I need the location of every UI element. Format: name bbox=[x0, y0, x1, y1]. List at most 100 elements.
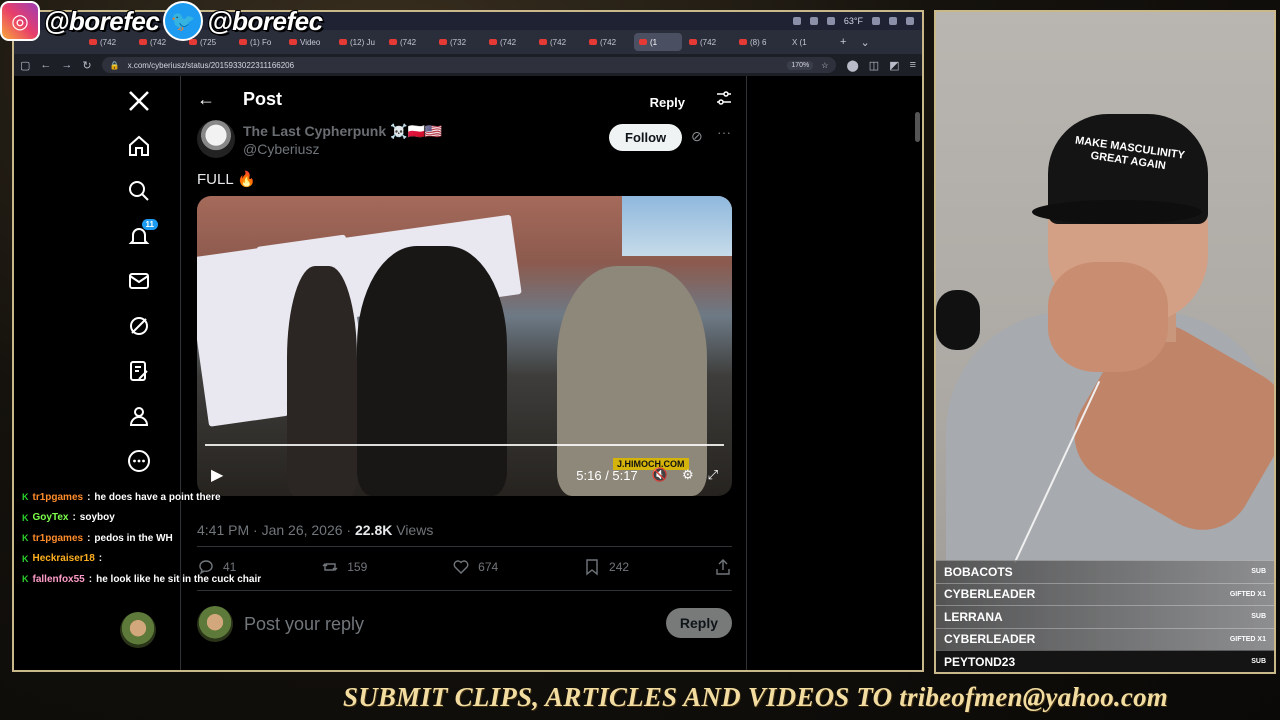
views-count: 22.8K bbox=[354, 522, 393, 538]
extension-icon[interactable]: ◩ bbox=[889, 59, 899, 72]
browser-tab[interactable]: (1 bbox=[634, 33, 682, 51]
weather-readout[interactable]: 63°F bbox=[844, 16, 863, 26]
settings-gear-icon[interactable]: ⚙ bbox=[682, 467, 694, 483]
more-icon[interactable] bbox=[126, 448, 152, 474]
browser-tab[interactable]: (742 bbox=[484, 33, 532, 51]
grok-explain-icon[interactable]: ⊘ bbox=[691, 128, 703, 145]
grok-icon[interactable] bbox=[126, 313, 152, 339]
social-handles-banner: ◎ @borefec 🐦 @borefec bbox=[0, 0, 323, 42]
sub-name: BOBACOTS bbox=[944, 564, 1013, 579]
follow-button[interactable]: Follow bbox=[609, 124, 683, 151]
twitter-handle: @borefec bbox=[207, 5, 323, 36]
wifi-icon[interactable] bbox=[872, 17, 880, 25]
browser-tab[interactable]: X (1 bbox=[784, 33, 832, 51]
page-title: Post bbox=[243, 88, 283, 109]
more-options-icon[interactable]: ··· bbox=[717, 124, 731, 140]
menu-icon[interactable]: ≡ bbox=[910, 59, 916, 71]
video-player[interactable]: J.HIMOCH.COM ▶ 5:16 / 5:17 🔇 ⚙ ⤢ bbox=[197, 196, 732, 496]
messages-icon[interactable] bbox=[126, 268, 152, 294]
author-name[interactable]: The Last Cypherpunk ☠️🇵🇱🇺🇸 bbox=[243, 123, 442, 140]
bookmark-action[interactable]: 242 bbox=[583, 558, 629, 576]
kick-badge-icon: K bbox=[22, 512, 29, 523]
kick-badge-icon: K bbox=[22, 574, 29, 585]
mute-icon[interactable]: 🔇 bbox=[652, 467, 668, 483]
sub-tag: GIFTED X1 bbox=[1229, 635, 1266, 643]
reload-icon[interactable]: ↻ bbox=[82, 59, 91, 72]
author-handle[interactable]: @Cyberiusz bbox=[243, 141, 319, 157]
profile-icon[interactable] bbox=[126, 403, 152, 429]
sliders-icon[interactable] bbox=[716, 90, 732, 111]
views-label: Views bbox=[392, 522, 434, 538]
repost-action[interactable]: 159 bbox=[321, 558, 367, 576]
lists-icon[interactable] bbox=[126, 358, 152, 384]
kick-badge-icon: K bbox=[22, 533, 29, 544]
chat-username: tr1pgames bbox=[32, 491, 84, 503]
back-arrow-icon[interactable]: ← bbox=[197, 89, 215, 110]
account-avatar[interactable] bbox=[120, 612, 156, 648]
post-author: The Last Cypherpunk ☠️🇵🇱🇺🇸 @Cyberiusz Fo… bbox=[197, 120, 737, 160]
browser-tab[interactable]: (742 bbox=[584, 33, 632, 51]
sub-name: PEYTOND23 bbox=[944, 654, 1016, 669]
x-logo-icon[interactable] bbox=[126, 88, 152, 114]
bookmark-star-icon[interactable]: ☆ bbox=[821, 61, 828, 70]
tab-label: (732 bbox=[450, 37, 467, 47]
extension-icon[interactable]: ◫ bbox=[869, 59, 879, 72]
forward-icon[interactable]: → bbox=[61, 59, 72, 71]
search-icon[interactable] bbox=[889, 17, 897, 25]
browser-tab[interactable]: (742 bbox=[684, 33, 732, 51]
chat-username: tr1pgames bbox=[32, 532, 84, 544]
notifications-icon[interactable]: 11 bbox=[126, 219, 158, 249]
chat-text: pedos in the WH bbox=[94, 532, 173, 544]
play-icon[interactable]: ▶ bbox=[211, 465, 223, 485]
search-icon[interactable] bbox=[126, 178, 152, 204]
reply-submit-button[interactable]: Reply bbox=[665, 608, 732, 638]
column-divider bbox=[746, 76, 747, 670]
back-icon[interactable]: ← bbox=[40, 59, 51, 71]
new-tab-icon[interactable]: + bbox=[834, 36, 852, 48]
fullscreen-icon[interactable]: ⤢ bbox=[708, 467, 718, 483]
share-action[interactable] bbox=[714, 558, 732, 576]
video-progress-bar[interactable] bbox=[205, 444, 724, 446]
instagram-icon: ◎ bbox=[0, 1, 40, 41]
lock-icon: 🔒 bbox=[109, 60, 120, 70]
microphone bbox=[936, 290, 980, 350]
tab-label: (742 bbox=[700, 37, 717, 47]
youtube-favicon-icon bbox=[439, 39, 447, 45]
like-count: 674 bbox=[478, 560, 499, 574]
youtube-favicon-icon bbox=[389, 39, 397, 45]
like-action[interactable]: 674 bbox=[452, 558, 498, 576]
tab-label: (742 bbox=[600, 37, 617, 47]
chat-message: Ktr1pgames: he does have a point there bbox=[22, 487, 302, 508]
address-row: ▢ ← → ↻ 🔒 x.com/cyberiusz/status/2015933… bbox=[14, 54, 922, 76]
heart-icon bbox=[453, 560, 469, 574]
home-icon[interactable] bbox=[126, 133, 152, 159]
author-avatar[interactable] bbox=[197, 120, 235, 158]
control-center-icon[interactable] bbox=[906, 17, 914, 25]
menubar-icon[interactable] bbox=[809, 17, 818, 25]
menubar-icon[interactable] bbox=[826, 17, 835, 25]
browser-tab[interactable]: (742 bbox=[534, 33, 582, 51]
chat-username: Heckraiser18 bbox=[32, 553, 95, 565]
tab-label: (742 bbox=[400, 37, 417, 47]
browser-tab[interactable]: (732 bbox=[434, 33, 482, 51]
tab-label: (742 bbox=[550, 37, 567, 47]
reply-header-button[interactable]: Reply bbox=[636, 88, 698, 117]
chat-separator: : bbox=[72, 512, 76, 524]
extension-icon[interactable]: ⬤ bbox=[846, 59, 858, 72]
tab-label: (8) 6 bbox=[750, 37, 767, 47]
browser-tab[interactable]: (742 bbox=[384, 33, 432, 51]
zoom-badge[interactable]: 170% bbox=[787, 60, 814, 70]
browser-tab[interactable]: (12) Ju bbox=[334, 33, 382, 51]
hat-brim bbox=[1032, 200, 1202, 224]
sidebar-toggle-icon[interactable]: ▢ bbox=[20, 59, 30, 72]
youtube-favicon-icon bbox=[339, 39, 347, 45]
sub-alert-row: PEYTOND23 SUB bbox=[936, 650, 1274, 672]
menubar-icon[interactable] bbox=[792, 17, 801, 25]
chat-text: he does have a point there bbox=[94, 491, 221, 503]
reply-input[interactable]: Post your reply bbox=[244, 614, 364, 635]
scrollbar[interactable] bbox=[915, 112, 920, 142]
browser-tab[interactable]: (8) 6 bbox=[734, 33, 782, 51]
address-bar[interactable]: 🔒 x.com/cyberiusz/status/201593302231116… bbox=[101, 57, 837, 73]
url-text: x.com/cyberiusz/status/20159330223111662… bbox=[127, 60, 295, 70]
tab-list-icon[interactable]: ⌄ bbox=[854, 36, 875, 49]
